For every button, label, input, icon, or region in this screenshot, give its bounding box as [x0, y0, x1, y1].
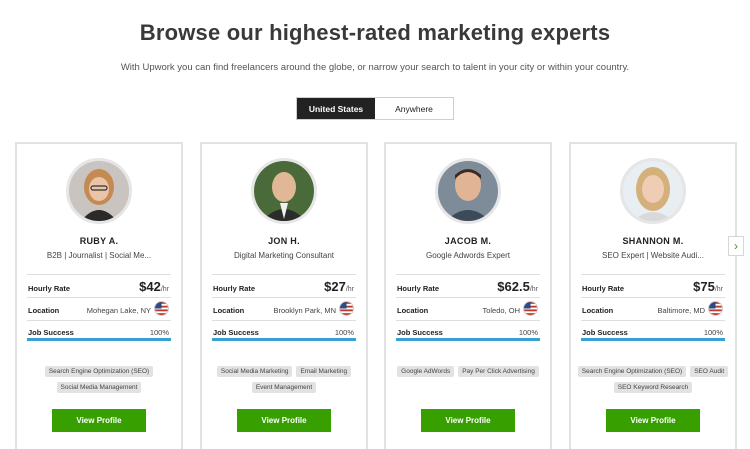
expert-title: Google Adwords Expert [425, 251, 511, 260]
expert-title: Digital Marketing Consultant [233, 251, 335, 260]
job-success-value: 100% [518, 328, 538, 337]
expert-name: JACOB M. [444, 236, 492, 246]
chevron-right-icon[interactable]: › [728, 236, 744, 256]
rate-unit: /hr [714, 286, 723, 293]
divider [212, 320, 356, 321]
expert-card: JACOB M. Google Adwords Expert Hourly Ra… [384, 142, 552, 449]
hourly-rate-label: Hourly Rate [213, 284, 256, 293]
expert-card: RUBY A. B2B | Journalist | Social Me... … [15, 142, 183, 449]
skills-list: Search Engine Optimization (SEO) Social … [23, 366, 175, 393]
expert-name: RUBY A. [79, 236, 119, 246]
expert-card: JON H. Digital Marketing Consultant Hour… [200, 142, 368, 449]
rate-amount: $27 [324, 279, 346, 294]
view-profile-button[interactable]: View Profile [237, 409, 331, 432]
skills-list: Search Engine Optimization (SEO) SEO Aud… [577, 366, 729, 393]
us-flag-icon [523, 301, 538, 316]
expert-name: JON H. [268, 236, 300, 246]
job-success-bar [27, 338, 171, 341]
location-label: Location [582, 306, 614, 315]
divider [27, 320, 171, 321]
job-success-label: Job Success [582, 328, 628, 337]
divider [212, 274, 356, 275]
expert-card: SHANNON M. SEO Expert | Website Audi... … [569, 142, 737, 449]
view-profile-button[interactable]: View Profile [52, 409, 146, 432]
job-success-value: 100% [703, 328, 723, 337]
skill-tag[interactable]: Search Engine Optimization (SEO) [44, 366, 154, 377]
skills-list: Google AdWords Pay Per Click Advertising [392, 366, 544, 377]
job-success-bar [396, 338, 540, 341]
job-success-label: Job Success [28, 328, 74, 337]
skill-tag[interactable]: Email Marketing [296, 366, 352, 377]
rate-unit: /hr [345, 286, 354, 293]
avatar [435, 158, 501, 224]
rate-amount: $42 [139, 279, 161, 294]
location-label: Location [213, 306, 245, 315]
skill-tag[interactable]: Social Media Marketing [216, 366, 293, 377]
toggle-united-states[interactable]: United States [297, 98, 375, 119]
divider [27, 297, 171, 298]
view-profile-button[interactable]: View Profile [606, 409, 700, 432]
avatar [66, 158, 132, 224]
job-success-value: 100% [149, 328, 169, 337]
avatar [620, 158, 686, 224]
skills-list: Social Media Marketing Email Marketing E… [208, 366, 360, 393]
hourly-rate-value: $62.5/hr [497, 279, 538, 294]
divider [27, 274, 171, 275]
job-success-bar [212, 338, 356, 341]
location-label: Location [397, 306, 429, 315]
location-toggle: United States Anywhere [296, 97, 454, 120]
skill-tag[interactable]: Event Management [251, 382, 317, 393]
location-label: Location [28, 306, 60, 315]
rate-amount: $75 [693, 279, 715, 294]
expert-title: B2B | Journalist | Social Me... [46, 251, 152, 260]
divider [396, 320, 540, 321]
job-success-bar [581, 338, 725, 341]
us-flag-icon [708, 301, 723, 316]
skill-tag[interactable]: Search Engine Optimization (SEO) [577, 366, 687, 377]
hourly-rate-label: Hourly Rate [28, 284, 71, 293]
avatar [251, 158, 317, 224]
us-flag-icon [154, 301, 169, 316]
location-value: Brooklyn Park, MN [273, 306, 336, 315]
skill-tag[interactable]: SEO Audit [690, 366, 729, 377]
rate-unit: /hr [529, 286, 538, 293]
job-success-label: Job Success [213, 328, 259, 337]
us-flag-icon [339, 301, 354, 316]
divider [581, 274, 725, 275]
rate-unit: /hr [160, 286, 169, 293]
hourly-rate-value: $42/hr [139, 279, 169, 294]
page-heading: Browse our highest-rated marketing exper… [139, 20, 611, 45]
skill-tag[interactable]: Pay Per Click Advertising [458, 366, 539, 377]
hourly-rate-value: $27/hr [324, 279, 354, 294]
job-success-value: 100% [334, 328, 354, 337]
hourly-rate-label: Hourly Rate [582, 284, 625, 293]
location-value: Baltimore, MD [657, 306, 705, 315]
location-value: Mohegan Lake, NY [86, 306, 151, 315]
location-value: Toledo, OH [482, 306, 520, 315]
divider [396, 297, 540, 298]
skill-tag[interactable]: Social Media Management [56, 382, 142, 393]
divider [396, 274, 540, 275]
expert-title: SEO Expert | Website Audi... [602, 251, 704, 260]
skill-tag[interactable]: Google AdWords [397, 366, 455, 377]
page-subheading: With Upwork you can find freelancers aro… [120, 62, 630, 73]
hourly-rate-value: $75/hr [693, 279, 723, 294]
expert-name: SHANNON M. [622, 236, 684, 246]
divider [212, 297, 356, 298]
job-success-label: Job Success [397, 328, 443, 337]
divider [581, 320, 725, 321]
rate-amount: $62.5 [497, 279, 530, 294]
view-profile-button[interactable]: View Profile [421, 409, 515, 432]
divider [581, 297, 725, 298]
skill-tag[interactable]: SEO Keyword Research [613, 382, 693, 393]
toggle-anywhere[interactable]: Anywhere [375, 98, 453, 119]
hourly-rate-label: Hourly Rate [397, 284, 440, 293]
